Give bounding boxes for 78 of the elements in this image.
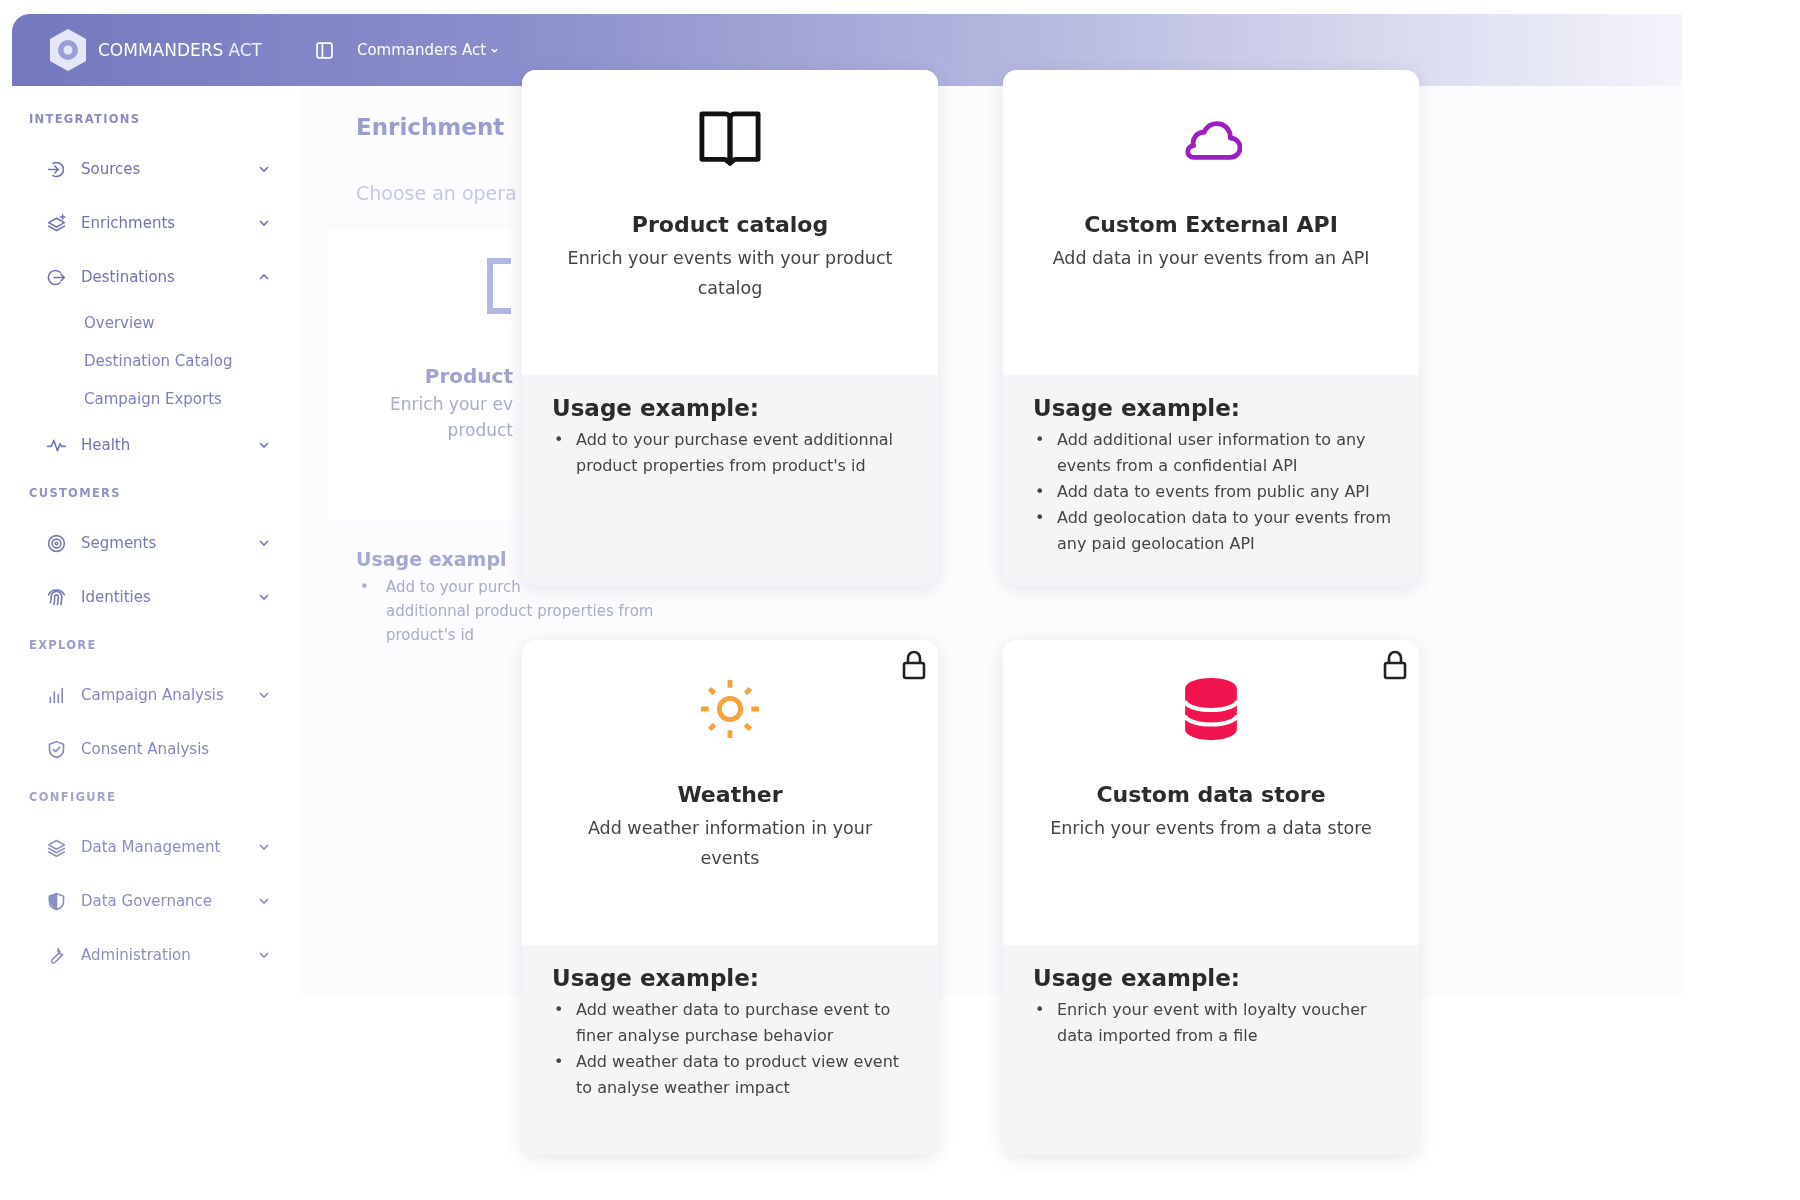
- page-title: Enrichment: [356, 114, 506, 140]
- chevron-down-icon[interactable]: [258, 439, 270, 451]
- usage-example: Add data to events from public any API: [1057, 481, 1370, 503]
- sidebar-item[interactable]: Data Governance: [29, 874, 300, 928]
- shield-icon: [46, 890, 67, 912]
- chevron-down-icon[interactable]: [258, 163, 270, 175]
- card-description: Add data in your events from an API: [1052, 247, 1370, 270]
- sidebar-item[interactable]: Identities: [29, 570, 300, 624]
- usage-example: Add weather data to product view event to analyse weather impact: [576, 1051, 901, 1099]
- target-icon: [46, 532, 67, 554]
- bullet: •: [553, 429, 565, 451]
- card-description: Enrich your events with your product catalog: [566, 247, 894, 300]
- chevron-down-icon[interactable]: [258, 591, 270, 603]
- usage-example: Add weather data to purchase event to finer analyse purchase behavior: [576, 999, 892, 1047]
- bullet: •: [1034, 481, 1046, 503]
- square-outline-icon: [487, 258, 511, 314]
- card-title: Product: [424, 364, 513, 388]
- sidebar-item[interactable]: Campaign Analysis: [29, 668, 300, 722]
- bullet: •: [553, 999, 565, 1021]
- workspace-dropdown[interactable]: Commanders Act: [356, 41, 500, 59]
- sidebar-item[interactable]: Destinations: [29, 250, 300, 304]
- fingerprint-icon: [46, 586, 67, 608]
- integration-card[interactable]: [1003, 70, 1419, 585]
- section-heading: INTEGRATIONS: [29, 112, 142, 126]
- integration-card[interactable]: Product catalog Enrich your events with your product catalog Usage example: • Add to your purchase event additionnal product properties from product's id: [522, 70, 938, 585]
- bullet: •: [1034, 999, 1046, 1021]
- usage-heading: Usage example:: [1033, 965, 1242, 991]
- brand-name: COMMANDERS: [98, 40, 224, 60]
- usage-heading: Usage example:: [552, 395, 761, 421]
- integration-card[interactable]: Weather Add weather information in your events Usage example: • Add weather data to purchase event to finer analyse purchase behavior • Add weather data to product view event to analyse weather impact: [522, 640, 938, 1155]
- sidebar-item[interactable]: Enrichments: [29, 196, 300, 250]
- sidebar-subitem[interactable]: Overview: [29, 304, 300, 342]
- card-description: Enrich your ev: [390, 394, 513, 414]
- bullet: •: [553, 1051, 565, 1073]
- card-description: Add weather information in your events: [586, 817, 874, 870]
- usage-example: Enrich your event with loyalty voucher data imported from a file: [1057, 999, 1368, 1047]
- card-description: Enrich your events from a data store: [1050, 817, 1372, 840]
- sidebar-item[interactable]: Data Management: [29, 820, 300, 874]
- section-heading: CONFIGURE: [29, 790, 118, 804]
- sidebar-item[interactable]: Consent Analysis: [29, 722, 300, 776]
- section-heading: CUSTOMERS: [29, 486, 122, 500]
- sidebar-item[interactable]: Health: [29, 418, 300, 472]
- hexagon-logo-icon: [48, 28, 88, 72]
- sidebar-item[interactable]: Segments: [29, 516, 300, 570]
- brand-name-accent: ACT: [228, 40, 262, 60]
- card-title: Product catalog: [631, 212, 829, 237]
- card-title: Custom data store: [1096, 782, 1326, 807]
- sidebar-item[interactable]: Sources: [29, 142, 300, 196]
- usage-example-line: product's id: [386, 626, 475, 646]
- chevron-down-icon[interactable]: [258, 841, 270, 853]
- chevron-down-icon[interactable]: [258, 217, 270, 229]
- section-heading: EXPLORE: [29, 638, 98, 652]
- chevron-down-icon[interactable]: [258, 689, 270, 701]
- bullet: •: [1034, 429, 1046, 451]
- layers-plus-icon: [46, 212, 67, 234]
- card-title: Weather: [677, 782, 783, 807]
- card-description: product: [447, 420, 513, 440]
- integration-card[interactable]: Custom data store Enrich your events from a data store Usage example: • Enrich your event with loyalty voucher data imported from a file: [1003, 640, 1419, 1155]
- usage-example: Add additional user information to any events from a confidential API: [1057, 429, 1367, 477]
- shield-check-icon: [46, 738, 67, 760]
- usage-heading: Usage exampl: [356, 548, 508, 570]
- sidebar-item[interactable]: Administration: [29, 928, 300, 982]
- chevron-down-icon[interactable]: [258, 949, 270, 961]
- sidebar-subitem[interactable]: Destination Catalog: [29, 342, 300, 380]
- chevron-down-icon[interactable]: [258, 895, 270, 907]
- usage-heading: Usage example:: [552, 965, 761, 991]
- bullet: •: [360, 578, 369, 596]
- bullet: •: [1034, 507, 1046, 529]
- sidebar-toggle-icon[interactable]: [315, 41, 333, 59]
- sun-icon: [699, 678, 761, 740]
- usage-example: Add to your purchase event additionnal product properties from product's id: [576, 429, 895, 477]
- sidebar-subitem[interactable]: Campaign Exports: [29, 380, 300, 418]
- usage-example-line: additionnal product properties from: [386, 602, 654, 622]
- usage-example: Add geolocation data to your events from any paid geolocation API: [1057, 507, 1391, 555]
- card-title: Custom External API: [1084, 212, 1338, 237]
- chevron-down-icon[interactable]: [258, 537, 270, 549]
- usage-example-line: Add to your purch: [386, 578, 521, 598]
- usage-heading: Usage example:: [1033, 395, 1242, 421]
